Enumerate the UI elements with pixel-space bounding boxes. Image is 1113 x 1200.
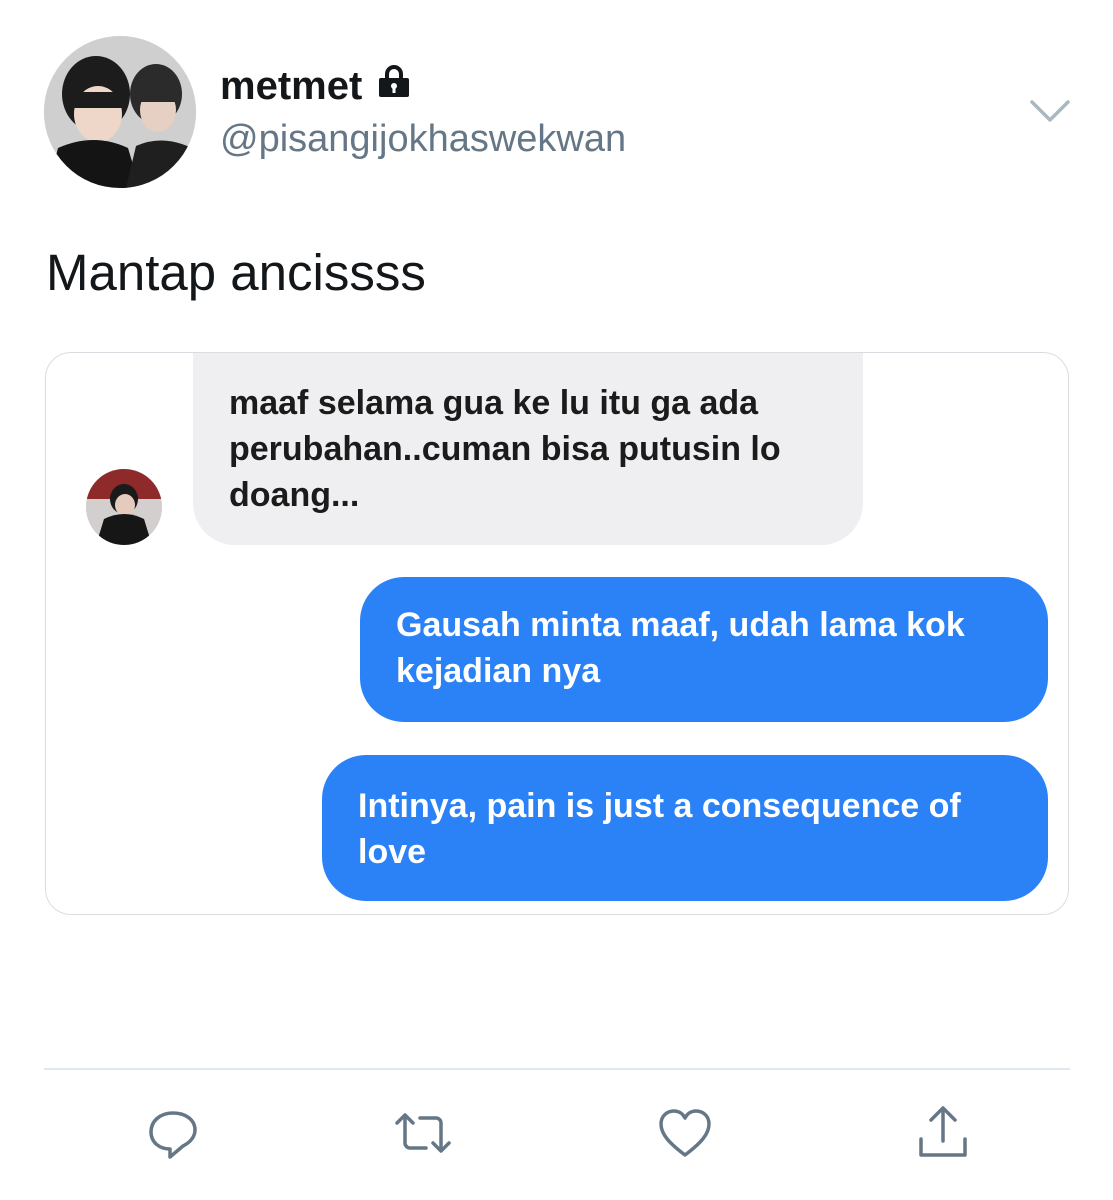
share-button[interactable] <box>912 1102 974 1164</box>
reply-icon <box>149 1111 197 1159</box>
retweet-button[interactable] <box>392 1102 454 1164</box>
lock-icon <box>376 60 412 112</box>
outgoing-message: Intinya, pain is just a consequence of l… <box>322 755 1048 901</box>
contact-avatar <box>86 469 162 545</box>
retweet-icon <box>395 1113 451 1153</box>
heart-icon <box>659 1109 711 1157</box>
display-name[interactable]: metmet <box>220 60 412 112</box>
like-button[interactable] <box>654 1102 716 1164</box>
tweet-detail: metmet @pisangijokhaswekwan Mantap ancis… <box>0 0 1113 1200</box>
display-name-text[interactable]: metmet <box>220 60 362 112</box>
profile-avatar[interactable] <box>44 36 196 188</box>
user-handle[interactable]: @pisangijokhaswekwan <box>220 114 626 164</box>
incoming-message: maaf selama gua ke lu itu ga ada perubah… <box>193 353 863 545</box>
chevron-down-icon[interactable] <box>1026 92 1074 132</box>
divider <box>44 1068 1070 1070</box>
attached-image[interactable]: maaf selama gua ke lu itu ga ada perubah… <box>45 352 1069 915</box>
share-icon <box>919 1106 967 1157</box>
tweet-text: Mantap ancissss <box>46 244 426 301</box>
reply-button[interactable] <box>142 1102 204 1164</box>
outgoing-message: Gausah minta maaf, udah lama kok kejadia… <box>360 577 1048 722</box>
